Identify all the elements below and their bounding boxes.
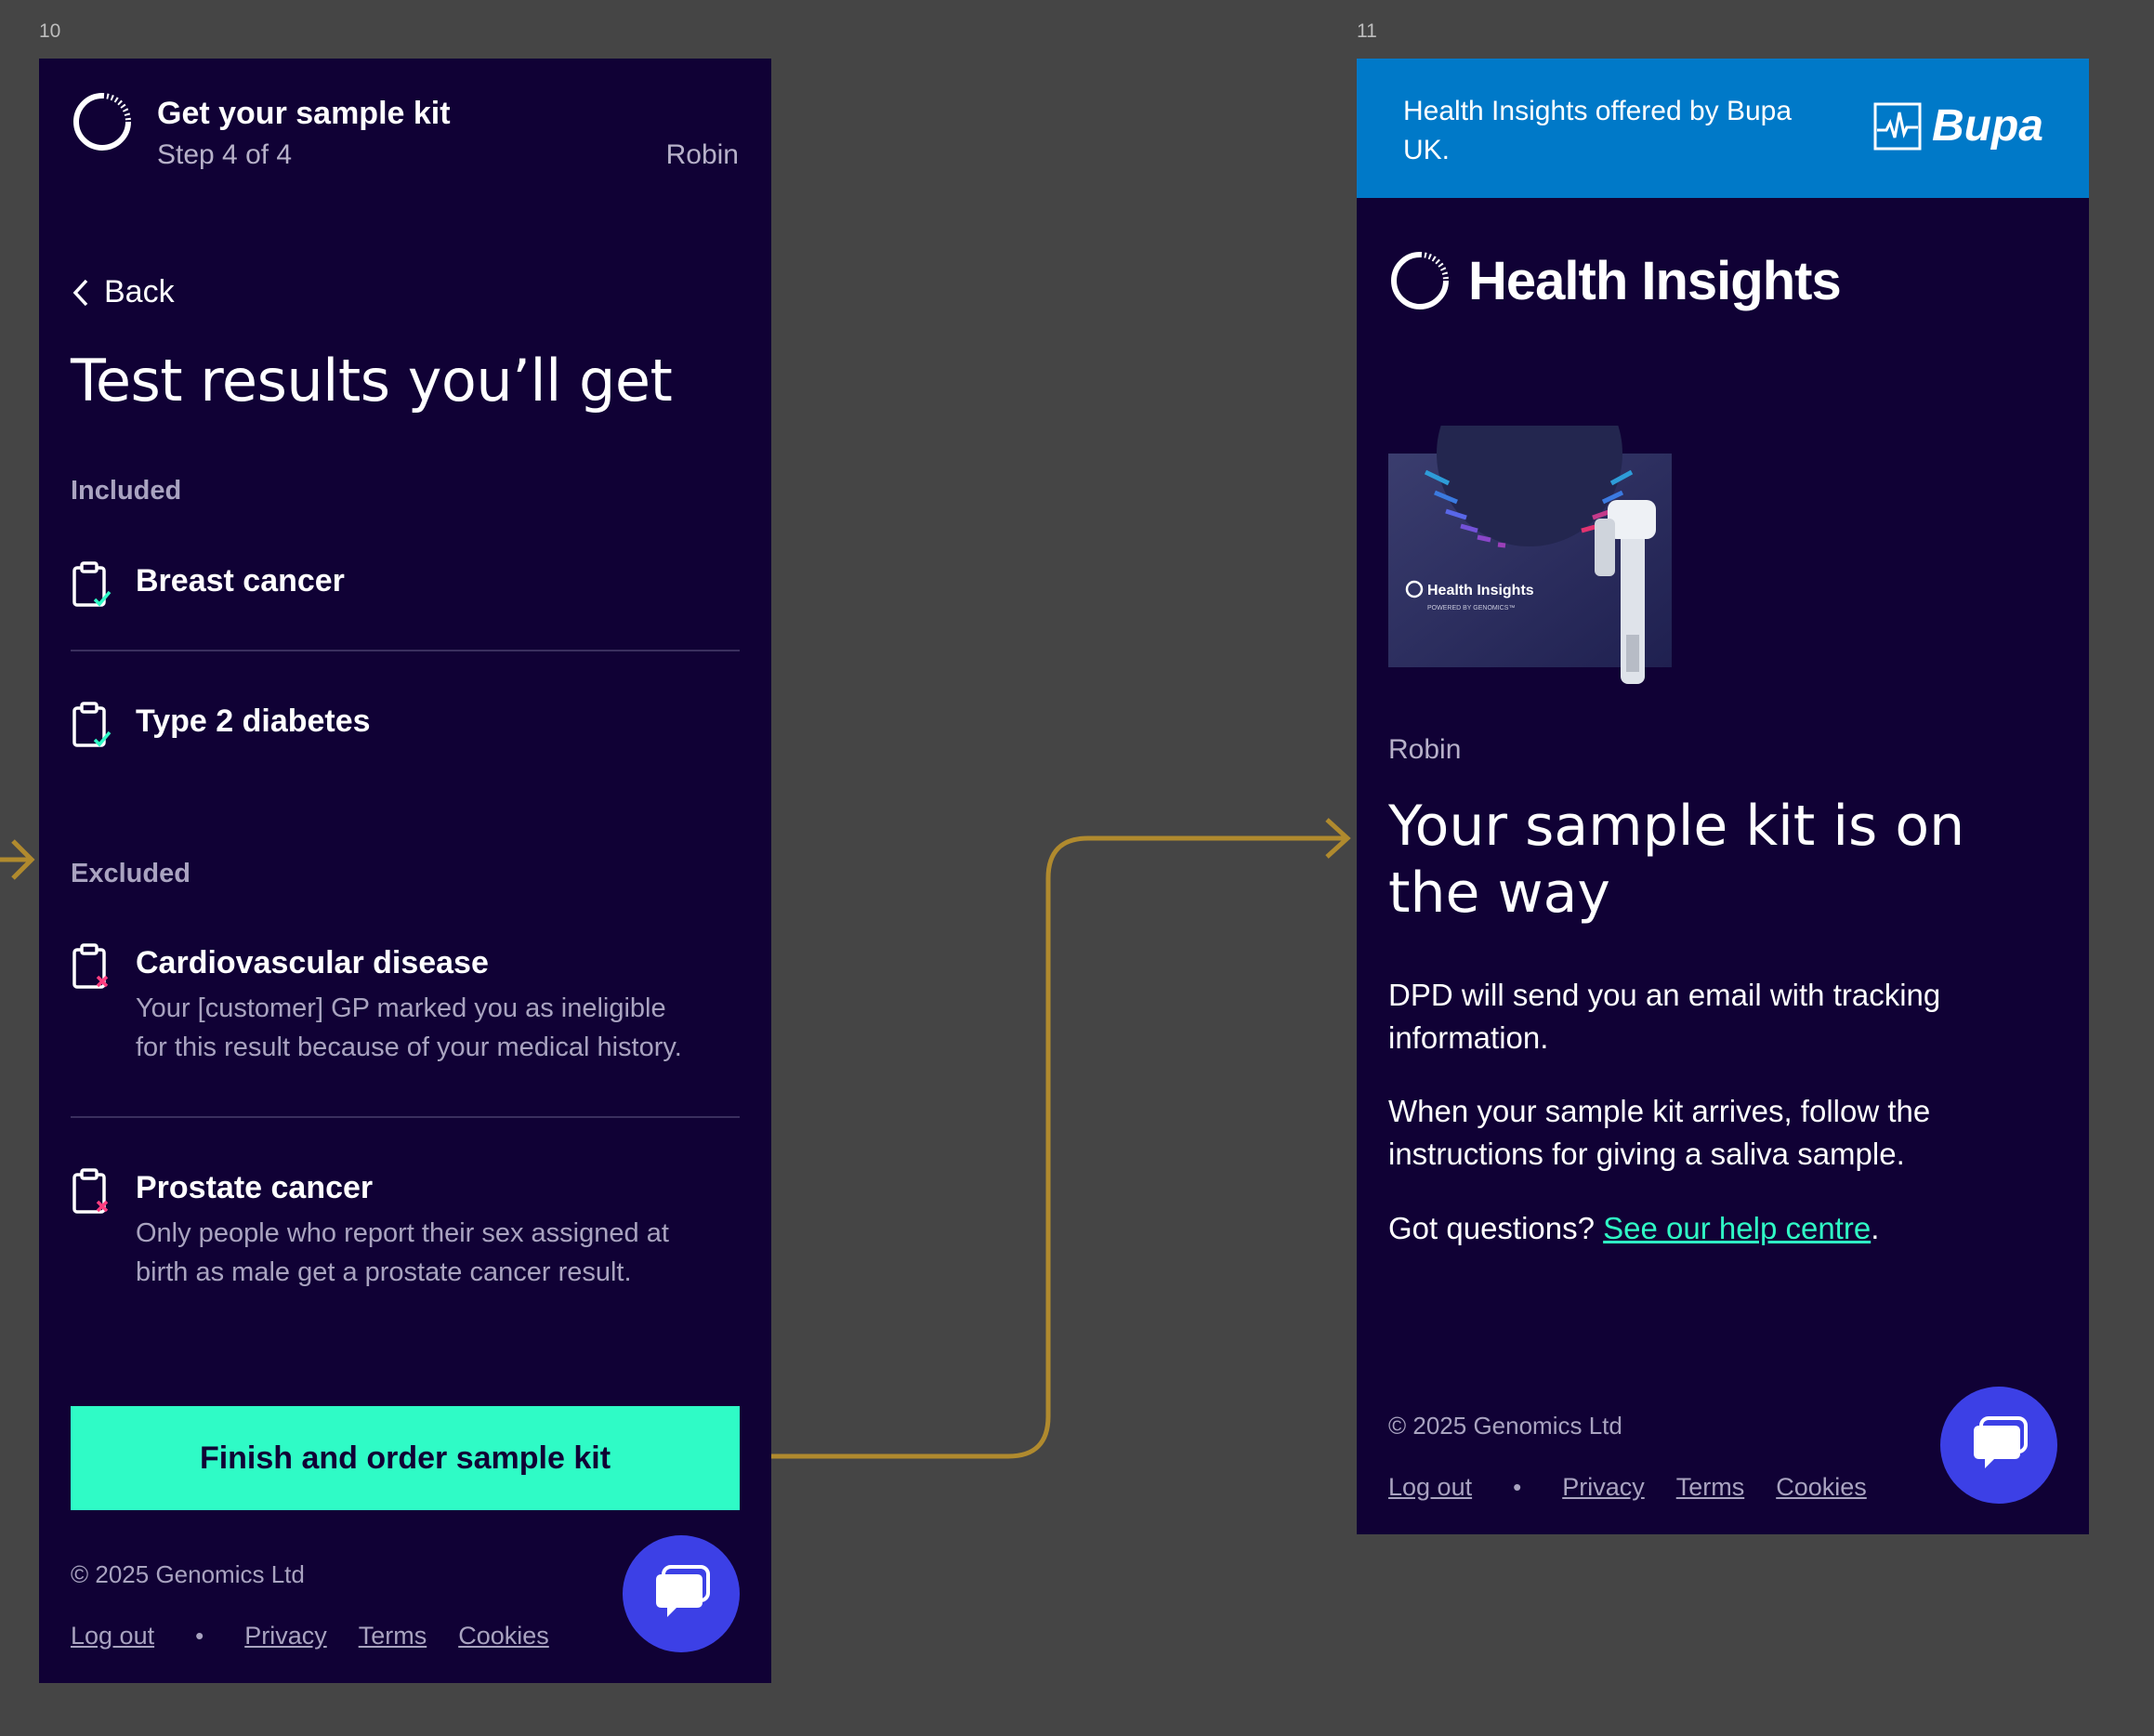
health-insights-logo: Health Insights [1388,249,1842,312]
health-insights-logo-icon [1391,252,1449,309]
chat-bubble-icon [1974,1416,2028,1468]
screen-kit-on-the-way: Health Insights offered by Bupa UK. Bupa… [1357,59,2089,1534]
back-link[interactable]: Back [71,274,175,310]
help-centre-link[interactable]: See our help centre [1603,1211,1871,1245]
logout-link[interactable]: Log out [1388,1473,1472,1502]
result-title: Prostate cancer [136,1170,374,1205]
help-prefix: Got questions? [1388,1211,1595,1245]
page-title: Test results you’ll get [71,347,673,414]
page-title: Your sample kit is on the way [1388,794,1965,926]
separator: • [195,1622,204,1650]
instructions-paragraph: When your sample kit arrives, follow the… [1388,1094,1931,1171]
excluded-label: Excluded [71,859,190,888]
result-title: Type 2 diabetes [136,704,371,739]
health-insights-logo-icon [73,93,131,151]
separator: • [1513,1473,1522,1501]
clipboard-x-icon [72,943,109,989]
result-description: Only people who report their sex assigne… [136,1218,669,1248]
excluded-result-item: Cardiovascular disease Your [customer] G… [71,942,740,1067]
result-description: Your [customer] GP marked you as ineligi… [136,993,666,1023]
heartbeat-icon [1873,102,1922,150]
privacy-link[interactable]: Privacy [1562,1473,1645,1502]
terms-link[interactable]: Terms [359,1622,427,1651]
clipboard-x-icon [72,1168,109,1214]
result-description: birth as male get a prostate cancer resu… [136,1257,632,1287]
result-description: for this result because of your medical … [136,1032,682,1062]
bupa-logo: Bupa [1872,100,2043,151]
tracking-paragraph: DPD will send you an email with tracking… [1388,978,1941,1055]
step-indicator: Step 4 of 4 [157,139,293,170]
terms-link[interactable]: Terms [1676,1473,1745,1502]
copyright: © 2025 Genomics Ltd [71,1560,305,1588]
privacy-link[interactable]: Privacy [244,1622,327,1651]
result-title: Cardiovascular disease [136,945,489,980]
clipboard-check-icon [72,702,112,747]
cookies-link[interactable]: Cookies [458,1622,549,1651]
back-label: Back [104,274,175,309]
copyright: © 2025 Genomics Ltd [1388,1412,1622,1440]
chat-button[interactable] [1940,1387,2057,1504]
result-title: Breast cancer [136,563,345,598]
kit-brand-text: Health Insights [1427,583,1534,598]
bupa-banner-text: Health Insights offered by Bupa UK. [1403,96,1793,165]
user-name: Robin [1388,734,1462,765]
user-name: Robin [665,139,739,170]
logout-link[interactable]: Log out [71,1622,154,1651]
sample-kit-image: Health Insights POWERED BY GENOMICS™ [1388,426,1672,684]
bupa-wordmark: Bupa [1932,101,2043,151]
footer-links: Log out • Privacy Terms Cookies [1388,1473,1898,1502]
clipboard-check-icon [72,561,112,607]
included-label: Included [71,476,182,506]
divider [71,650,740,651]
kit-sub-text: POWERED BY GENOMICS™ [1427,605,1515,612]
help-suffix: . [1871,1211,1880,1245]
header-title: Get your sample kit [157,96,451,131]
cookies-link[interactable]: Cookies [1776,1473,1867,1502]
included-result-item: Breast cancer [71,560,740,609]
chevron-left-icon [72,279,88,306]
brand-wordmark: Health Insights [1468,250,1842,311]
help-paragraph: Got questions? See our help centre. [1388,1207,2067,1250]
divider [71,1116,740,1118]
finish-order-button[interactable]: Finish and order sample kit [71,1406,740,1510]
excluded-result-item: Prostate cancer Only people who report t… [71,1167,740,1292]
footer-links: Log out • Privacy Terms Cookies [71,1622,581,1651]
chat-bubble-icon [656,1565,710,1617]
screen-test-results: Get your sample kit Step 4 of 4 Robin Ba… [39,59,771,1683]
chat-button[interactable] [623,1535,740,1652]
included-result-item: Type 2 diabetes [71,701,740,749]
